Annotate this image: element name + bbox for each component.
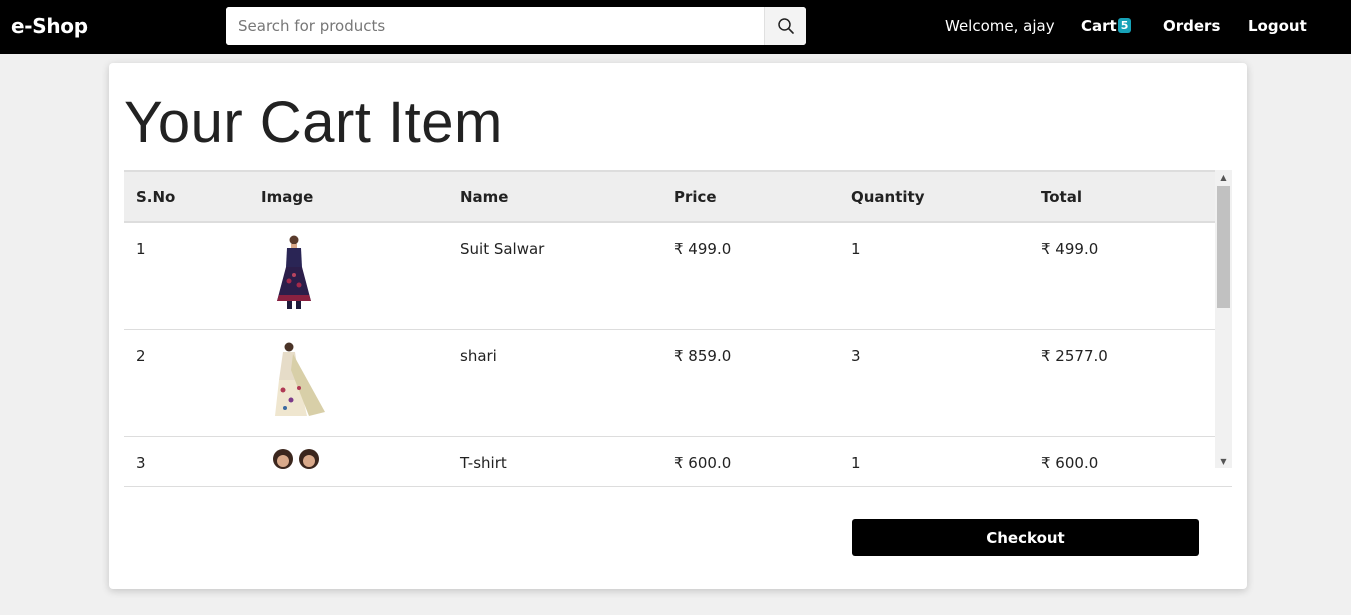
checkout-button[interactable]: Checkout (852, 519, 1199, 556)
cell-quantity: 1 (839, 435, 1029, 486)
column-header-name: Name (448, 170, 662, 223)
saree-thumbnail[interactable] (269, 340, 331, 420)
cell-name: T-shirt (448, 435, 662, 486)
search-icon (777, 18, 794, 34)
table-row: 1 Suit Salwar ₹ 499.0 1 ₹ 499.0 (124, 221, 1215, 329)
top-navbar: e-Shop Welcome, ajay Cart5 Orders Logout (0, 0, 1351, 54)
scroll-down-arrow-icon[interactable]: ▼ (1215, 454, 1232, 468)
cell-sno: 3 (124, 435, 249, 486)
welcome-text: Welcome, ajay (945, 17, 1055, 35)
cart-card: Your Cart Item S.No Image Name Price Qua… (109, 63, 1247, 589)
cell-price: ₹ 859.0 (662, 328, 839, 436)
search-input[interactable] (226, 7, 764, 45)
cart-link-label: Cart (1081, 17, 1117, 35)
table-scrollbar[interactable]: ▲ ▼ (1215, 170, 1232, 468)
logout-link[interactable]: Logout (1248, 17, 1307, 35)
column-header-total: Total (1029, 170, 1215, 223)
cart-count-badge: 5 (1117, 18, 1132, 33)
cell-image (249, 221, 448, 329)
cart-table-container: S.No Image Name Price Quantity Total 1 S… (124, 170, 1232, 487)
cell-quantity: 1 (839, 221, 1029, 329)
table-row: 3 T-shirt ₹ 600.0 1 ₹ 600.0 (124, 435, 1215, 486)
cell-image (249, 435, 448, 486)
column-header-quantity: Quantity (839, 170, 1029, 223)
page-title: Your Cart Item (124, 90, 503, 155)
column-header-image: Image (249, 170, 448, 223)
suit-salwar-thumbnail[interactable] (269, 233, 319, 313)
search-button[interactable] (764, 7, 806, 45)
brand-logo[interactable]: e-Shop (11, 14, 88, 38)
tshirt-thumbnail[interactable] (269, 447, 325, 473)
cell-name: Suit Salwar (448, 221, 662, 329)
cell-sno: 1 (124, 221, 249, 329)
cell-price: ₹ 499.0 (662, 221, 839, 329)
column-header-price: Price (662, 170, 839, 223)
cart-link[interactable]: Cart 5 (1081, 17, 1132, 35)
cell-name: shari (448, 328, 662, 436)
cell-quantity: 3 (839, 328, 1029, 436)
cell-sno: 2 (124, 328, 249, 436)
cell-image (249, 328, 448, 436)
table-header-row: S.No Image Name Price Quantity Total (124, 170, 1215, 223)
cell-price: ₹ 600.0 (662, 435, 839, 486)
cell-total: ₹ 499.0 (1029, 221, 1215, 329)
scrollbar-thumb[interactable] (1217, 186, 1230, 308)
table-row: 2 shari ₹ 859.0 3 ₹ 2577.0 (124, 328, 1215, 436)
cart-table: S.No Image Name Price Quantity Total 1 S… (124, 170, 1215, 486)
scroll-up-arrow-icon[interactable]: ▲ (1215, 170, 1232, 184)
cell-total: ₹ 2577.0 (1029, 328, 1215, 436)
search-bar (226, 7, 806, 45)
cell-total: ₹ 600.0 (1029, 435, 1215, 486)
cart-table-scroll-area[interactable]: S.No Image Name Price Quantity Total 1 S… (124, 170, 1215, 486)
column-header-sno: S.No (124, 170, 249, 223)
orders-link[interactable]: Orders (1163, 17, 1220, 35)
